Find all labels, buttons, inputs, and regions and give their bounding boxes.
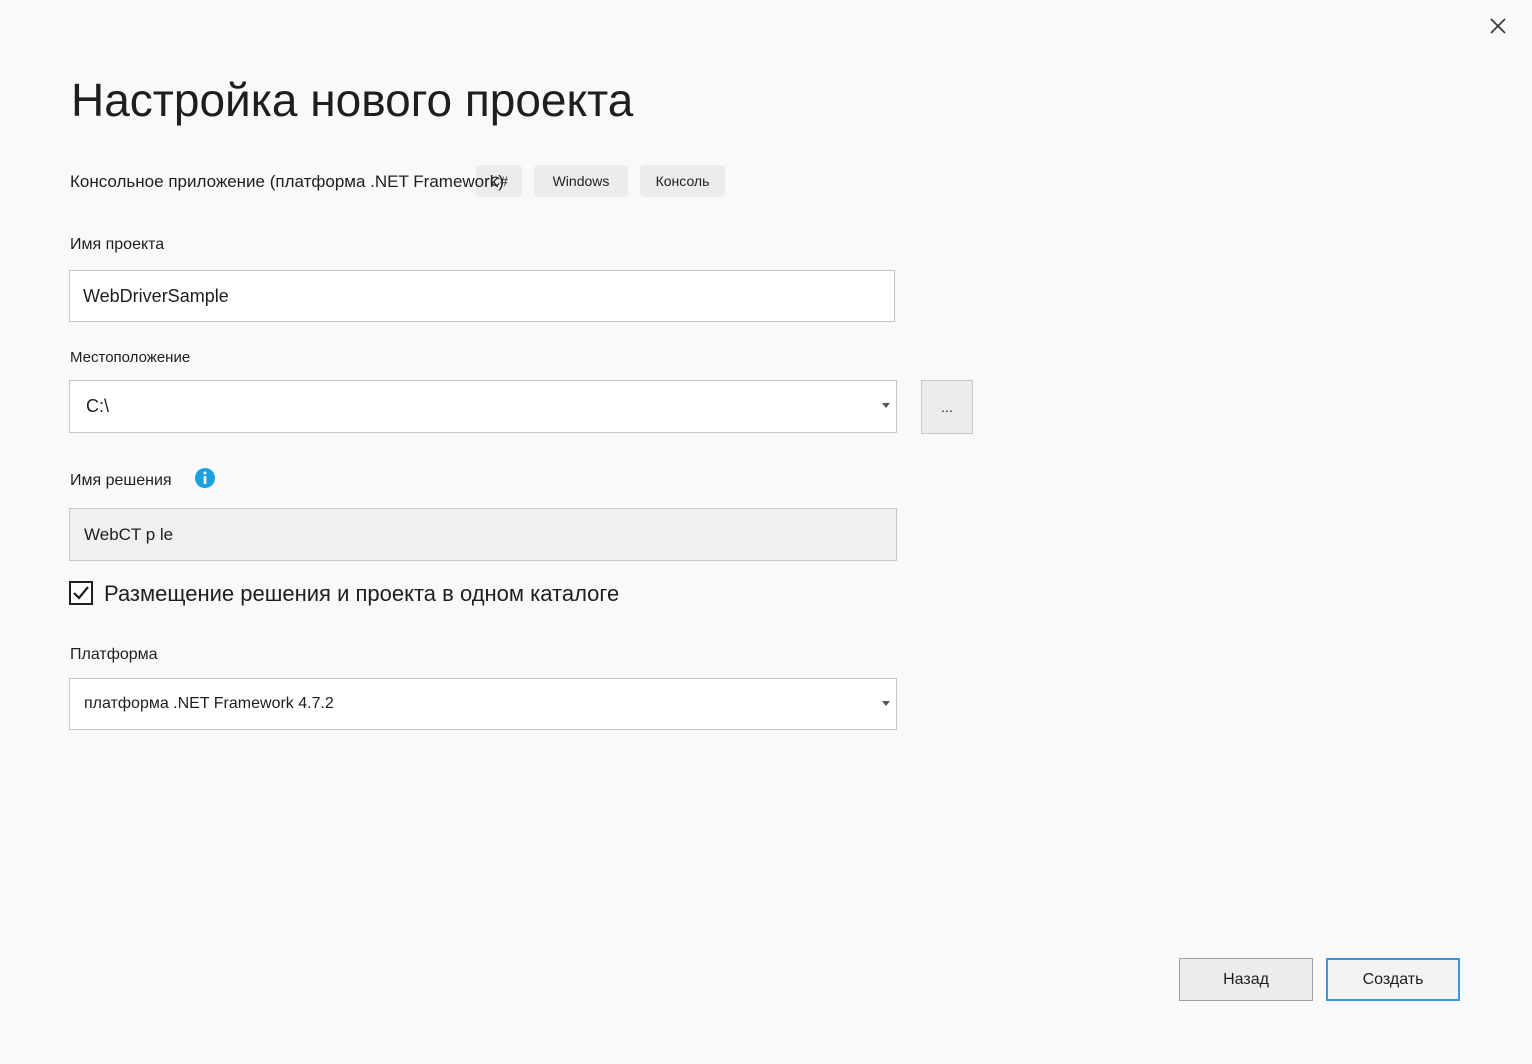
browse-button[interactable]: ... (921, 380, 973, 434)
project-name-input[interactable] (69, 270, 895, 322)
same-directory-checkbox[interactable] (69, 581, 93, 605)
same-directory-label[interactable]: Размещение решения и проекта в одном кат… (104, 580, 619, 608)
close-button[interactable] (1484, 12, 1512, 40)
chevron-down-icon[interactable] (882, 403, 890, 408)
location-combobox[interactable]: C:\ (69, 380, 897, 433)
create-button[interactable]: Создать (1326, 958, 1460, 1001)
tag-console: Консоль (640, 165, 725, 197)
framework-combobox[interactable]: платформа .NET Framework 4.7.2 (69, 678, 897, 730)
info-icon[interactable] (194, 467, 216, 489)
framework-value: платформа .NET Framework 4.7.2 (84, 695, 334, 712)
template-name: Консольное приложение (платформа .NET Fr… (70, 172, 504, 191)
solution-name-input: WebCT p le (69, 508, 897, 561)
tag-windows: Windows (534, 165, 628, 197)
location-label: Местоположение (70, 349, 191, 366)
checkmark-icon (73, 586, 89, 600)
framework-label: Платформа (70, 646, 158, 663)
project-name-label: Имя проекта (70, 236, 165, 253)
back-button[interactable]: Назад (1179, 958, 1313, 1001)
chevron-down-icon[interactable] (882, 701, 890, 706)
close-icon (1490, 18, 1506, 34)
page-title: Настройка нового проекта (71, 74, 634, 126)
location-value: C:\ (86, 396, 110, 416)
solution-name-label: Имя решения (70, 472, 172, 489)
